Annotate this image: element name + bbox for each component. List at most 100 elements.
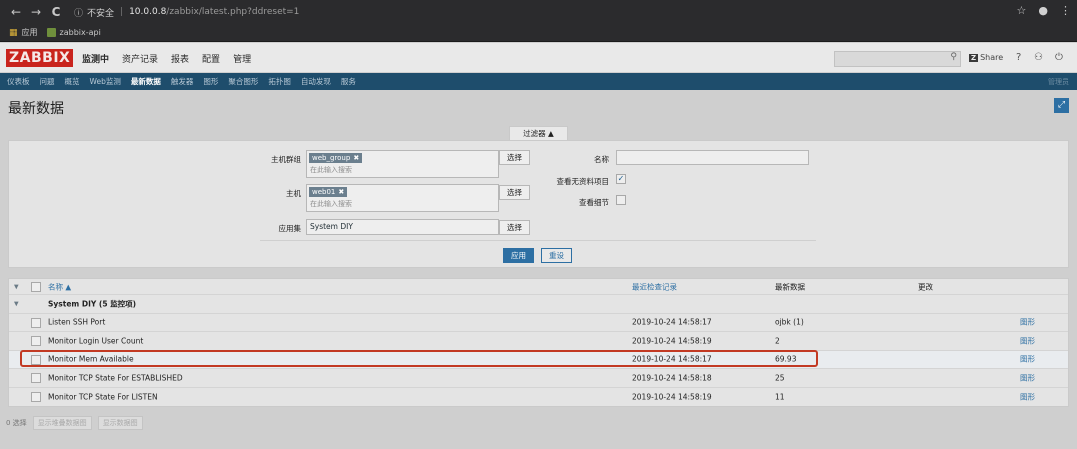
filter-divider (260, 240, 816, 241)
collapse-icon[interactable]: ▼ (14, 300, 19, 307)
menu-monitoring[interactable]: 监测中 (82, 52, 109, 65)
col-last-check[interactable]: 最近检查记录 (632, 281, 677, 292)
subnav-graphs[interactable]: 图形 (203, 76, 218, 87)
browser-actions: ☆ ● ⋮ (1017, 4, 1071, 17)
table-row[interactable]: Monitor TCP State For LISTEN 2019-10-24 … (9, 388, 1068, 407)
table-row[interactable]: Monitor Login User Count 2019-10-24 14:5… (9, 332, 1068, 351)
application-label: 应用集 (278, 224, 302, 233)
menu-inventory[interactable]: 资产记录 (122, 52, 158, 65)
remove-tag-icon[interactable]: ✖ (338, 188, 344, 196)
subnav-maps[interactable]: 拓扑图 (268, 76, 291, 87)
name-label: 名称 (594, 155, 609, 164)
item-name: Listen SSH Port (48, 317, 106, 327)
host-group-field[interactable]: web_group ✖ 在此输入搜索 (306, 150, 499, 178)
bookmark-zabbix-api[interactable]: zabbix-api (46, 28, 101, 37)
favicon-icon (46, 28, 56, 37)
subnav-screens[interactable]: 聚合图形 (228, 76, 258, 87)
search-icon[interactable]: ⚲ (950, 52, 957, 62)
graph-link[interactable]: 图形 (1020, 372, 1035, 383)
forward-icon[interactable]: → (26, 5, 46, 19)
help-icon[interactable]: ? (1016, 52, 1021, 63)
back-icon[interactable]: ← (6, 5, 26, 19)
latest-data-table: ▼ 名称 ▲ 最近检查记录 最新数据 更改 ▼ System DIY (5 监控… (8, 278, 1069, 407)
subnav-discovery[interactable]: 自动发现 (301, 76, 331, 87)
row-checkbox[interactable] (31, 373, 41, 383)
graph-button[interactable]: 显示数据图 (97, 416, 143, 430)
table-footer: 0 选择 显示堆叠数据图 显示数据图 (0, 414, 1077, 432)
collapse-all-icon[interactable]: ▼ (14, 283, 19, 290)
logout-icon[interactable]: ⏻ (1055, 52, 1063, 63)
subnav-triggers[interactable]: 触发器 (171, 76, 194, 87)
item-last-value: ojbk (1) (775, 317, 804, 327)
item-last-value: 11 (775, 392, 785, 402)
menu-icon[interactable]: ⋮ (1060, 4, 1071, 17)
tag-label: web01 (312, 188, 336, 196)
host-tag: web01 ✖ (309, 187, 348, 197)
share-label: Share (980, 53, 1004, 62)
zabbix-logo[interactable]: ZABBIX (6, 49, 74, 67)
subnav-services[interactable]: 服务 (341, 76, 356, 87)
reset-button[interactable]: 重设 (541, 248, 572, 263)
table-row[interactable]: Listen SSH Port 2019-10-24 14:58:17 ojbk… (9, 314, 1068, 332)
item-last-value: 2 (775, 336, 780, 346)
group-row[interactable]: ▼ System DIY (5 监控项) (9, 295, 1068, 314)
subnav-overview[interactable]: 概览 (65, 76, 80, 87)
col-change: 更改 (918, 282, 933, 291)
user-profile-icon[interactable]: ⚇ (1034, 52, 1043, 63)
tag-label: web_group (312, 154, 351, 162)
subnav-dashboard[interactable]: 仪表板 (7, 76, 30, 87)
selected-count: 0 选择 (6, 419, 27, 427)
host-group-tag: web_group ✖ (309, 153, 363, 163)
url-path: /zabbix/latest.php?ddreset=1 (166, 7, 300, 17)
subnav-latest-data[interactable]: 最新数据 (131, 76, 161, 87)
insecure-label: 不安全 (87, 8, 115, 19)
menu-reports[interactable]: 报表 (171, 52, 189, 65)
filter-tab[interactable]: 过滤器 ▲ (509, 126, 568, 140)
row-checkbox[interactable] (31, 391, 41, 402)
menu-configuration[interactable]: 配置 (202, 52, 220, 65)
item-name: Monitor Login User Count (48, 336, 144, 346)
col-name[interactable]: 名称 ▲ (48, 281, 71, 292)
item-name: Monitor TCP State For ESTABLISHED (48, 373, 183, 383)
item-last-check: 2019-10-24 14:58:17 (632, 317, 712, 327)
info-icon[interactable]: ⓘ (74, 6, 83, 19)
graph-link[interactable]: 图形 (1020, 354, 1035, 365)
subnav-problems[interactable]: 问题 (40, 76, 55, 87)
highlight-annotation (20, 350, 818, 367)
stacked-graph-button[interactable]: 显示堆叠数据图 (32, 416, 92, 430)
col-last-value: 最新数据 (775, 282, 805, 291)
graph-link[interactable]: 图形 (1020, 335, 1035, 346)
item-last-check: 2019-10-24 14:58:18 (632, 373, 712, 383)
row-checkbox[interactable] (31, 317, 41, 328)
share-button[interactable]: Z Share (969, 53, 1003, 62)
show-details-checkbox[interactable] (616, 195, 626, 205)
host-select-button[interactable]: 选择 (499, 185, 530, 200)
graph-link[interactable]: 图形 (1020, 317, 1035, 328)
filter-panel: 主机群组 web_group ✖ 在此输入搜索 选择 主机 web01 ✖ 在此输入… (8, 140, 1069, 268)
address-bar[interactable]: ⓘ 不安全 | 10.0.0.8 /zabbix/latest.php?ddre… (74, 6, 299, 19)
star-icon[interactable]: ☆ (1017, 4, 1027, 17)
graph-link[interactable]: 图形 (1020, 391, 1035, 402)
host-group-select-button[interactable]: 选择 (499, 150, 530, 165)
row-checkbox[interactable] (31, 336, 41, 346)
fullscreen-icon[interactable]: ⤢ (1054, 98, 1069, 113)
reload-icon[interactable]: C (46, 5, 66, 19)
page-title: 最新数据 (8, 101, 64, 117)
subnav-web[interactable]: Web监测 (90, 76, 121, 87)
show-no-data-checkbox[interactable]: ✓ (616, 174, 626, 184)
remove-tag-icon[interactable]: ✖ (353, 154, 359, 162)
table-header: ▼ 名称 ▲ 最近检查记录 最新数据 更改 (9, 279, 1068, 295)
application-input[interactable]: System DIY (306, 219, 499, 235)
select-all-checkbox[interactable] (31, 282, 41, 292)
profile-icon[interactable]: ● (1038, 4, 1048, 17)
table-row[interactable]: Monitor TCP State For ESTABLISHED 2019-1… (9, 369, 1068, 388)
name-input[interactable] (616, 150, 809, 165)
host-placeholder: 在此输入搜索 (310, 200, 352, 208)
application-select-button[interactable]: 选择 (499, 220, 530, 235)
menu-administration[interactable]: 管理 (233, 52, 251, 65)
apply-button[interactable]: 应用 (503, 248, 534, 263)
host-field[interactable]: web01 ✖ 在此输入搜索 (306, 184, 499, 212)
bookmark-apps[interactable]: ▦ 应用 (9, 27, 38, 38)
subnav-user: 管理员 (1048, 78, 1069, 86)
search-input[interactable]: ⚲ (834, 51, 961, 67)
